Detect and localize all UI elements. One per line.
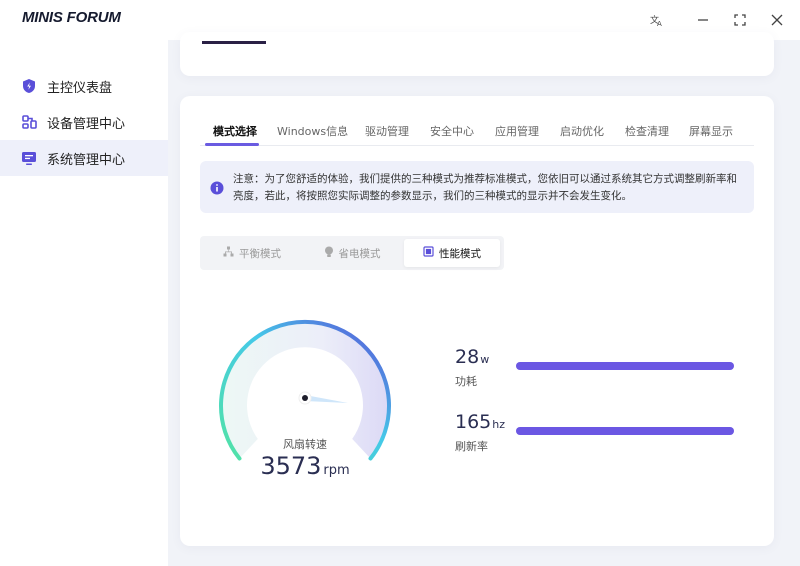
notice-text: 注意：为了您舒适的体验，我们提供的三种模式为推荐标准模式，您依旧可以通过系统其它… — [233, 173, 737, 202]
power-unit: w — [480, 353, 490, 366]
mode-powersave-button[interactable]: 省电模式 — [304, 239, 400, 267]
power-label: 功耗 — [455, 375, 477, 388]
fan-speed-value: 3573 rpm — [245, 452, 365, 480]
tab-screen-display[interactable]: 屏幕显示 — [689, 123, 733, 139]
thumbnail-edge — [202, 41, 266, 44]
tab-check-clean[interactable]: 检查清理 — [625, 123, 669, 139]
hierarchy-icon — [223, 246, 234, 260]
close-icon[interactable] — [767, 10, 787, 30]
tab-security-center[interactable]: 安全中心 — [430, 123, 474, 139]
mode-label: 平衡模式 — [239, 247, 281, 260]
mode-balanced-button[interactable]: 平衡模式 — [204, 239, 300, 267]
fan-speed-unit: rpm — [323, 463, 350, 478]
gauge-needle — [305, 395, 348, 403]
tab-mode-select[interactable]: 模式选择 — [213, 123, 257, 139]
sidebar-item-label: 设备管理中心 — [47, 116, 126, 132]
tab-app-manage[interactable]: 应用管理 — [495, 123, 539, 139]
maximize-icon[interactable] — [730, 10, 750, 30]
translate-icon[interactable]: 文A — [647, 10, 667, 30]
minimize-icon[interactable] — [693, 10, 713, 30]
tab-bar: 模式选择 Windows信息 驱动管理 安全中心 应用管理 启动优化 检查清理 … — [200, 120, 754, 146]
sidebar-item-devices[interactable]: 设备管理中心 — [0, 104, 168, 140]
tab-startup-optimize[interactable]: 启动优化 — [560, 123, 604, 139]
notice-box: 注意：为了您舒适的体验，我们提供的三种模式为推荐标准模式，您依旧可以通过系统其它… — [200, 161, 754, 213]
info-icon — [210, 180, 224, 195]
svg-text:A: A — [657, 20, 662, 27]
fan-speed-number: 3573 — [260, 452, 322, 480]
power-bar-fill — [516, 362, 734, 370]
bulb-icon — [324, 246, 334, 261]
device-icon — [20, 113, 38, 131]
refresh-rate-label: 刷新率 — [455, 440, 488, 453]
active-tab-indicator — [205, 143, 259, 146]
sidebar-item-label: 系统管理中心 — [47, 152, 126, 168]
tab-driver-manage[interactable]: 驱动管理 — [365, 123, 409, 139]
gauge-hub-center — [302, 395, 308, 401]
mode-selector: 平衡模式 省电模式 性能模式 — [200, 236, 504, 270]
sidebar-item-label: 主控仪表盘 — [47, 80, 113, 96]
refresh-rate-number: 165 — [455, 411, 492, 433]
previous-card — [180, 32, 774, 76]
mode-performance-button[interactable]: 性能模式 — [404, 239, 500, 267]
chip-icon — [423, 246, 434, 260]
tab-windows-info[interactable]: Windows信息 — [277, 123, 348, 139]
sidebar-item-system[interactable]: 系统管理中心 — [0, 140, 168, 176]
power-number: 28 — [455, 346, 480, 368]
power-bar — [516, 362, 734, 370]
refresh-rate-value: 165hz — [455, 411, 505, 433]
mode-label: 性能模式 — [439, 247, 481, 260]
power-value: 28w — [455, 346, 489, 368]
shield-icon — [20, 77, 38, 95]
mode-label: 省电模式 — [338, 247, 381, 260]
sidebar-item-dashboard[interactable]: 主控仪表盘 — [0, 68, 168, 104]
fan-speed-label: 风扇转速 — [283, 438, 327, 451]
refresh-rate-unit: hz — [492, 418, 506, 431]
refresh-rate-bar — [516, 427, 734, 435]
monitor-icon — [20, 149, 38, 167]
app-logo: MINIS FORUM — [22, 9, 121, 26]
refresh-rate-bar-fill — [516, 427, 734, 435]
sidebar: 主控仪表盘 设备管理中心 系统管理中心 — [0, 40, 168, 566]
